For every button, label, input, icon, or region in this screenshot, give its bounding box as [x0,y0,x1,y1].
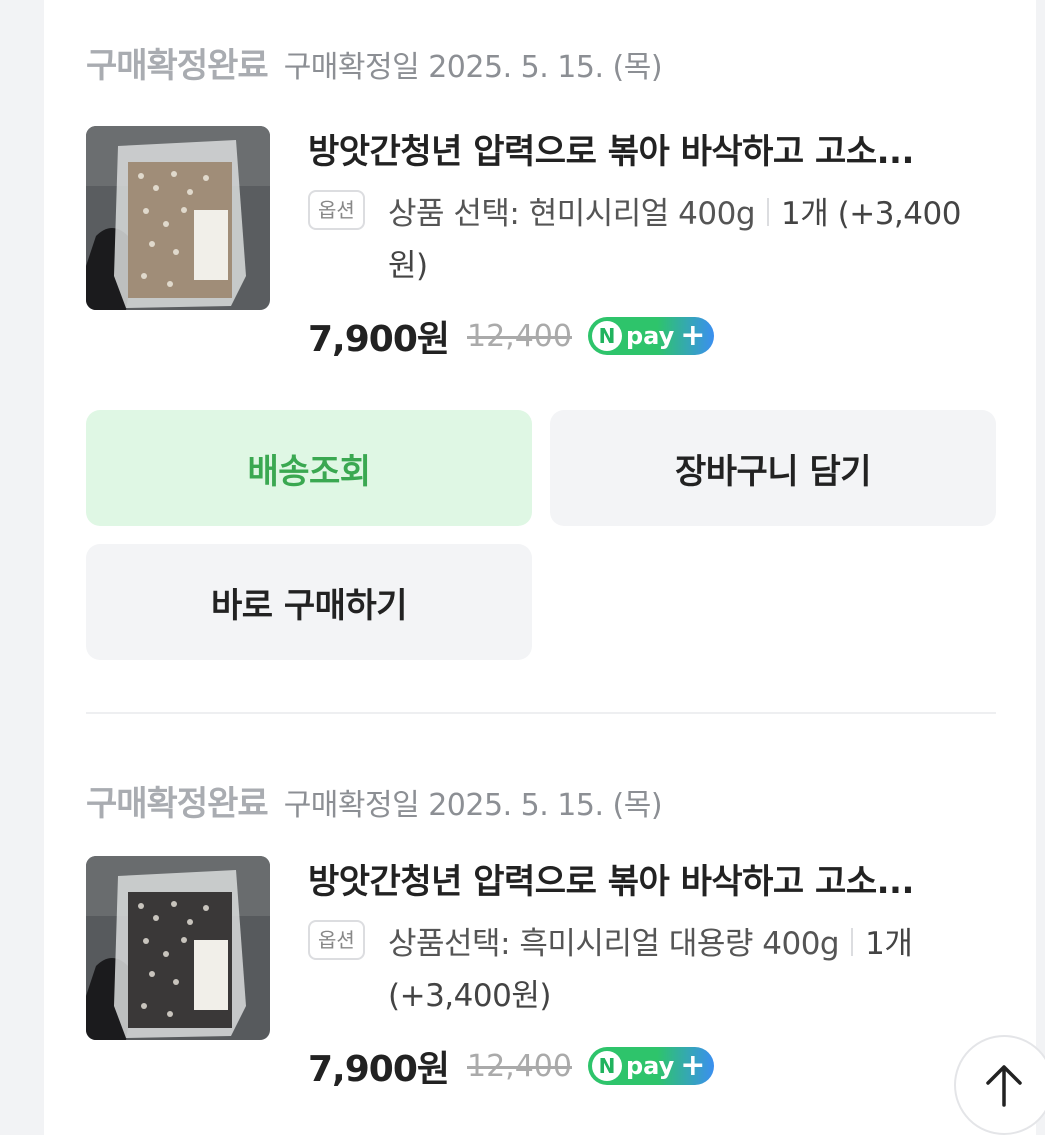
order-list-card: 구매확정완료 구매확정일 2025. 5. 15. (목) 방앗간청년 압력으로… [44,0,1036,1135]
option-separator [767,198,770,226]
order-status: 구매확정완료 [86,46,269,86]
confirm-date: 구매확정일 2025. 5. 15. (목) [283,50,663,85]
price-row: 7,900원 12,400 N pay + [308,1040,998,1092]
option-text: 상품선택: 흑미시리얼 대용량 400g 1개 (+3,400원) [388,918,998,1022]
original-price: 12,400 [467,318,572,354]
order-status-row: 구매확정완료 구매확정일 2025. 5. 15. (목) [86,38,996,86]
add-to-cart-button[interactable]: 장바구니 담기 [550,410,996,526]
buy-now-button[interactable]: 바로 구매하기 [86,544,532,660]
confirm-date: 구매확정일 2025. 5. 15. (목) [283,788,663,823]
product-row[interactable]: 방앗간청년 압력으로 볶아 바삭하고 고소... 옵션 상품 선택: 현미시리얼… [86,126,996,360]
product-thumbnail[interactable] [86,126,270,310]
original-price: 12,400 [467,1048,572,1084]
npay-plus-mark: + [680,318,706,353]
npay-plus-icon: N pay + [587,1047,714,1085]
option-text: 상품 선택: 현미시리얼 400g 1개 (+3,400원) [388,188,998,292]
product-thumbnail[interactable] [86,856,270,1040]
sale-price: 7,900원 [308,1049,450,1090]
sale-price: 7,900원 [308,319,450,360]
option-name: 상품선택: 흑미시리얼 대용량 400g [388,926,840,962]
product-info: 방앗간청년 압력으로 볶아 바삭하고 고소... 옵션 상품선택: 흑미시리얼 … [308,856,998,1092]
product-row[interactable]: 방앗간청년 압력으로 볶아 바삭하고 고소... 옵션 상품선택: 흑미시리얼 … [86,856,996,1090]
order-item: 구매확정완료 구매확정일 2025. 5. 15. (목) 방앗간청년 압력으로… [86,776,996,1090]
scroll-top-button[interactable] [954,1035,1045,1135]
option-badge: 옵션 [308,920,365,960]
option-separator [851,928,854,956]
option-row: 옵션 상품 선택: 현미시리얼 400g 1개 (+3,400원) [308,188,998,292]
price-row: 7,900원 12,400 N pay + [308,310,998,362]
order-status-row: 구매확정완료 구매확정일 2025. 5. 15. (목) [86,776,996,824]
npay-plus-icon: N pay + [587,317,714,355]
npay-n-icon: N [591,321,622,351]
order-item: 구매확정완료 구매확정일 2025. 5. 15. (목) 방앗간청년 압력으로… [86,38,996,360]
npay-label: pay [625,322,675,350]
track-delivery-button[interactable]: 배송조회 [86,410,532,526]
product-name[interactable]: 방앗간청년 압력으로 볶아 바삭하고 고소... [308,856,998,908]
product-name[interactable]: 방앗간청년 압력으로 볶아 바삭하고 고소... [308,126,998,178]
order-actions: 배송조회 장바구니 담기 바로 구매하기 [86,410,996,660]
npay-label: pay [625,1052,675,1080]
option-badge: 옵션 [308,190,365,230]
option-row: 옵션 상품선택: 흑미시리얼 대용량 400g 1개 (+3,400원) [308,918,998,1022]
order-status: 구매확정완료 [86,784,269,824]
order-divider [86,712,996,714]
product-info: 방앗간청년 압력으로 볶아 바삭하고 고소... 옵션 상품 선택: 현미시리얼… [308,126,998,362]
npay-n-icon: N [591,1051,622,1081]
arrow-up-icon [986,1065,1022,1107]
npay-plus-mark: + [680,1048,706,1083]
option-name: 상품 선택: 현미시리얼 400g [388,196,756,232]
